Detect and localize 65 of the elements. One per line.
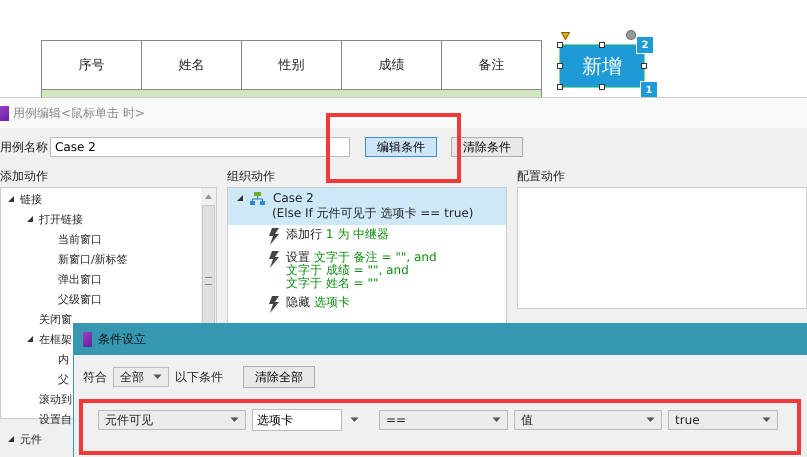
lightning-icon [268, 251, 280, 268]
dialog-title: 条件设立 [98, 330, 146, 348]
tree-item[interactable]: 关闭窗 [39, 312, 72, 326]
target-field[interactable]: 选项卡 [252, 409, 342, 431]
condition-button[interactable]: 清除条件 [451, 137, 523, 157]
expand-arrow-icon[interactable] [7, 435, 15, 443]
flow-icon [250, 192, 265, 204]
condition-dropdown[interactable]: true [668, 410, 778, 430]
pin-icon [561, 32, 570, 40]
dialog-title: 用例编辑<鼠标单击 时> [13, 104, 145, 122]
section-label: 配置动作 [517, 168, 566, 182]
expand-arrow-icon[interactable] [26, 335, 34, 343]
badge: 2 [636, 36, 654, 54]
case-row[interactable]: Case 2 (Else If 元件可见于 选项卡 == true) [228, 188, 506, 225]
condition-dropdown[interactable]: 元件可见 [98, 410, 246, 430]
action-text: 文字于 成绩 = "", and [286, 264, 410, 277]
resize-handle[interactable] [557, 84, 563, 90]
conditions-label: 以下条件 [175, 368, 223, 386]
tree-item[interactable]: 设置自 [39, 412, 72, 426]
expand-arrow-icon[interactable] [26, 215, 34, 223]
match-dropdown[interactable]: 全部 [113, 367, 169, 387]
rotate-handle-icon[interactable] [626, 30, 636, 40]
expand-arrow-icon[interactable] [7, 195, 15, 203]
action-text: 添加行 1 为 中继器 [286, 228, 390, 241]
caret-icon [230, 417, 239, 423]
tree-item[interactable]: 父级窗口 [58, 292, 102, 306]
caret-icon [350, 417, 359, 423]
case-condition: (Else If 元件可见于 选项卡 == true) [272, 205, 474, 222]
tree-item[interactable]: 当前窗口 [58, 232, 102, 246]
section-label: 添加动作 [0, 168, 49, 182]
action-text: 设置 文字于 备注 = "", and [286, 251, 437, 264]
tree-item[interactable]: 链接 [20, 192, 42, 206]
tree-item[interactable]: 父 [58, 372, 69, 386]
tree-item[interactable]: 打开链接 [39, 212, 83, 226]
condition-dropdown[interactable]: 值 [514, 410, 662, 430]
tree-item[interactable]: 新窗口/新标签 [58, 252, 128, 266]
tree-item[interactable]: 元件 [20, 432, 42, 446]
resize-handle[interactable] [557, 42, 563, 48]
case-title: Case 2 [273, 191, 314, 205]
caret-icon [153, 374, 162, 380]
action-text: 隐藏 选项卡 [286, 296, 350, 309]
match-label: 符合 [83, 368, 107, 386]
caret-icon [762, 417, 771, 423]
lightning-icon [268, 296, 280, 313]
condition-dropdown[interactable]: == [379, 410, 508, 430]
app-icon [83, 332, 92, 346]
case-name-label: 用例名称 [0, 138, 48, 156]
app-icon [0, 106, 9, 120]
condition-button[interactable]: 编辑条件 [365, 137, 437, 157]
resize-handle[interactable] [641, 63, 647, 69]
caret-icon [646, 417, 655, 423]
resize-handle[interactable] [599, 42, 605, 48]
expand-arrow-icon[interactable] [236, 194, 244, 202]
tree-item[interactable]: 弹出窗口 [58, 272, 102, 286]
lightning-icon [268, 228, 280, 245]
tree-item[interactable]: 滚动到 [39, 392, 72, 406]
section-label: 组织动作 [227, 168, 276, 182]
resize-handle[interactable] [557, 63, 563, 69]
resize-handle[interactable] [599, 84, 605, 90]
action-text: 文字于 姓名 = "" [286, 277, 380, 290]
caret-icon [492, 417, 501, 423]
tree-item[interactable]: 在框架 [39, 332, 72, 346]
tree-item[interactable]: 内 [58, 352, 69, 366]
case-name-field[interactable]: Case 2 [50, 137, 350, 157]
clear-all-button[interactable]: 清除全部 [243, 366, 315, 388]
